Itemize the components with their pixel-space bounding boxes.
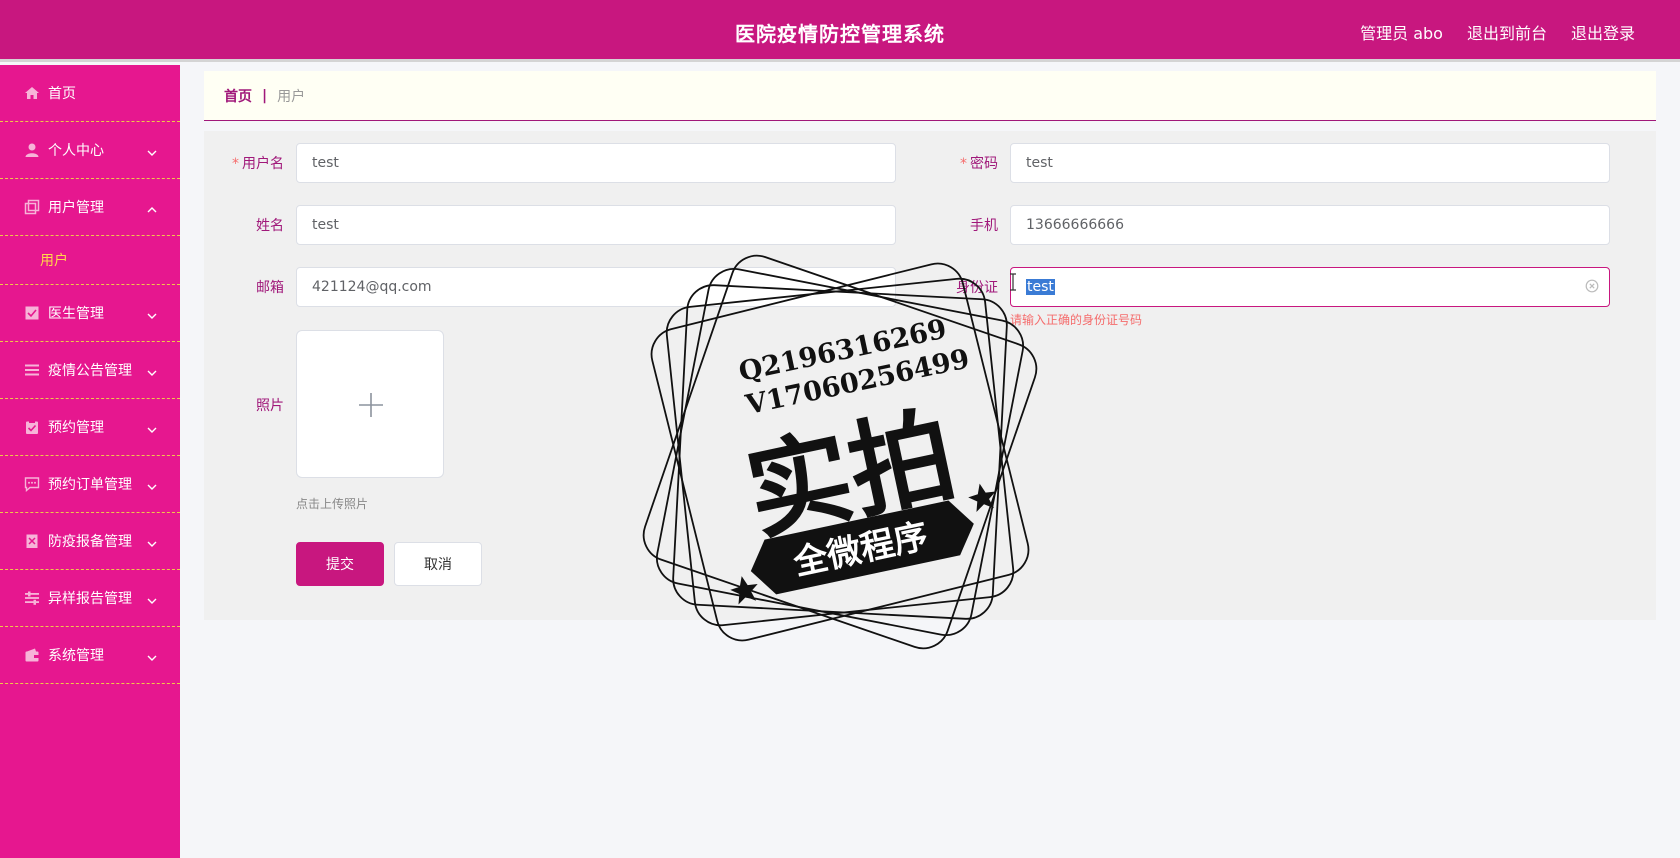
wallet-icon	[24, 647, 40, 663]
home-icon	[24, 85, 40, 101]
required-mark: *	[960, 156, 967, 172]
username-label: * 用户名	[204, 153, 284, 173]
sidebar-item-label: 系统管理	[48, 648, 104, 664]
sidebar-item-label: 疫情公告管理	[48, 363, 132, 379]
sidebar-item-label: 首页	[48, 86, 76, 102]
sidebar-item-system-management[interactable]: 系统管理	[0, 627, 180, 684]
password-label-text: 密码	[970, 156, 998, 172]
header-actions: 管理员 abo 退出到前台 退出登录	[1360, 20, 1635, 44]
sidebar-item-label: 预约管理	[48, 420, 104, 436]
text-cursor-icon	[1010, 273, 1016, 291]
logout-link[interactable]: 退出登录	[1571, 20, 1635, 44]
sidebar-item-user-management[interactable]: 用户管理	[0, 179, 180, 236]
sidebar-item-label: 个人中心	[48, 143, 104, 159]
sidebar-item-abnormal-report[interactable]: 异样报告管理	[0, 570, 180, 627]
id-card-label: 身份证	[956, 280, 998, 296]
exit-to-front-link[interactable]: 退出到前台	[1467, 20, 1547, 44]
username-label-text: 用户名	[242, 156, 284, 172]
clear-circle-icon[interactable]	[1585, 279, 1599, 293]
chevron-down-icon	[146, 144, 158, 156]
phone-input[interactable]	[1010, 205, 1610, 245]
copy-icon	[24, 199, 40, 215]
sidebar-item-label: 医生管理	[48, 306, 104, 322]
chevron-up-icon	[146, 201, 158, 213]
photo-upload-box[interactable]	[296, 330, 444, 478]
phone-label: 手机	[970, 218, 998, 234]
list-icon	[24, 362, 40, 378]
sidebar-item-epidemic-notice[interactable]: 疫情公告管理	[0, 342, 180, 399]
id-card-selected-text: test	[1026, 279, 1055, 295]
breadcrumb: 首页 | 用户	[204, 71, 1656, 121]
email-input[interactable]	[296, 267, 896, 307]
breadcrumb-current: 用户	[277, 88, 306, 105]
name-input[interactable]	[296, 205, 896, 245]
cancel-button[interactable]: 取消	[394, 542, 482, 586]
sidebar-item-home[interactable]: 首页	[0, 65, 180, 122]
sidebar-item-appointment-order[interactable]: 预约订单管理	[0, 456, 180, 513]
email-label: 邮箱	[256, 280, 284, 296]
photo-label: 照片	[256, 398, 284, 414]
chevron-down-icon	[146, 364, 158, 376]
top-header: 医院疫情防控管理系统 管理员 abo 退出到前台 退出登录	[0, 0, 1680, 62]
breadcrumb-separator: |	[262, 87, 268, 104]
chevron-down-icon	[146, 535, 158, 547]
chat-icon	[24, 476, 40, 492]
sidebar-item-appointment[interactable]: 预约管理	[0, 399, 180, 456]
admin-user-label: 管理员 abo	[1360, 24, 1443, 43]
chevron-down-icon	[146, 307, 158, 319]
sliders-icon	[24, 590, 40, 606]
sidebar-item-label: 防疫报备管理	[48, 534, 132, 550]
chevron-down-icon	[146, 478, 158, 490]
user-icon	[24, 142, 40, 158]
breadcrumb-home[interactable]: 首页	[224, 86, 252, 106]
password-label: * 密码	[918, 153, 998, 173]
sidebar-item-label: 异样报告管理	[48, 591, 132, 607]
sidebar-subitem-user[interactable]: 用户	[0, 236, 180, 285]
username-input[interactable]	[296, 143, 896, 183]
submit-button[interactable]: 提交	[296, 542, 384, 586]
name-label: 姓名	[256, 218, 284, 234]
required-mark: *	[232, 156, 239, 172]
sidebar-subitem-label: 用户	[40, 253, 68, 269]
checked-box-icon	[24, 305, 40, 321]
report-icon	[24, 533, 40, 549]
sidebar-item-doctor-management[interactable]: 医生管理	[0, 285, 180, 342]
sidebar-item-label: 用户管理	[48, 200, 104, 216]
upload-tip: 点击上传照片	[296, 497, 369, 511]
password-input[interactable]	[1010, 143, 1610, 183]
sidebar: 首页 个人中心 用户管理 用户 医生管理 疫情公告管理 预约管理 预约订单管理 …	[0, 65, 180, 858]
chevron-down-icon	[146, 592, 158, 604]
sidebar-item-label: 预约订单管理	[48, 477, 132, 493]
sidebar-item-personal-center[interactable]: 个人中心	[0, 122, 180, 179]
id-card-input[interactable]: test	[1010, 267, 1610, 307]
chevron-down-icon	[146, 421, 158, 433]
plus-icon	[359, 393, 383, 417]
clipboard-check-icon	[24, 419, 40, 435]
id-card-error: 请输入正确的身份证号码	[1010, 313, 1143, 327]
chevron-down-icon	[146, 649, 158, 661]
sidebar-item-prevention-report[interactable]: 防疫报备管理	[0, 513, 180, 570]
